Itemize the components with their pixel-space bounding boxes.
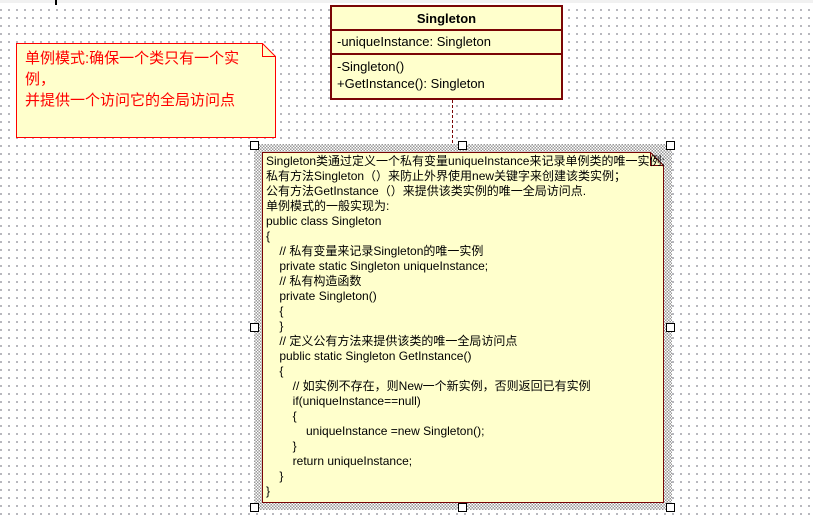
code-note[interactable]: Singleton类通过定义一个私有变量uniqueInstance来记录单例类… [262, 152, 664, 503]
annotation-note[interactable]: 单例模式:确保一个类只有一个实例， 并提供一个访问它的全局访问点 [16, 43, 276, 138]
note-connector-line[interactable] [452, 100, 454, 143]
selection-handle-middle-right[interactable] [666, 323, 675, 332]
selection-handle-bottom-left[interactable] [250, 503, 259, 512]
selection-handle-bottom-right[interactable] [666, 503, 675, 512]
selection-handle-middle-left[interactable] [250, 323, 259, 332]
canvas-top-edge [0, 0, 813, 3]
selection-handle-top-right[interactable] [666, 141, 675, 150]
diagram-canvas: 单例模式:确保一个类只有一个实例， 并提供一个访问它的全局访问点 Singlet… [0, 0, 813, 515]
class-attributes: -uniqueInstance: Singleton [332, 31, 561, 55]
code-note-text: Singleton类通过定义一个私有变量uniqueInstance来记录单例类… [266, 154, 658, 499]
selection-handle-top-middle[interactable] [458, 141, 467, 150]
selection-handle-top-left[interactable] [250, 141, 259, 150]
annotation-note-text: 单例模式:确保一个类只有一个实例， 并提供一个访问它的全局访问点 [25, 48, 269, 111]
ruler-tick [55, 0, 57, 5]
selection-handle-bottom-middle[interactable] [458, 503, 467, 512]
class-methods: -Singleton() +GetInstance(): Singleton [332, 55, 561, 95]
class-name: Singleton [332, 7, 561, 31]
uml-class-singleton[interactable]: Singleton -uniqueInstance: Singleton -Si… [330, 5, 563, 100]
